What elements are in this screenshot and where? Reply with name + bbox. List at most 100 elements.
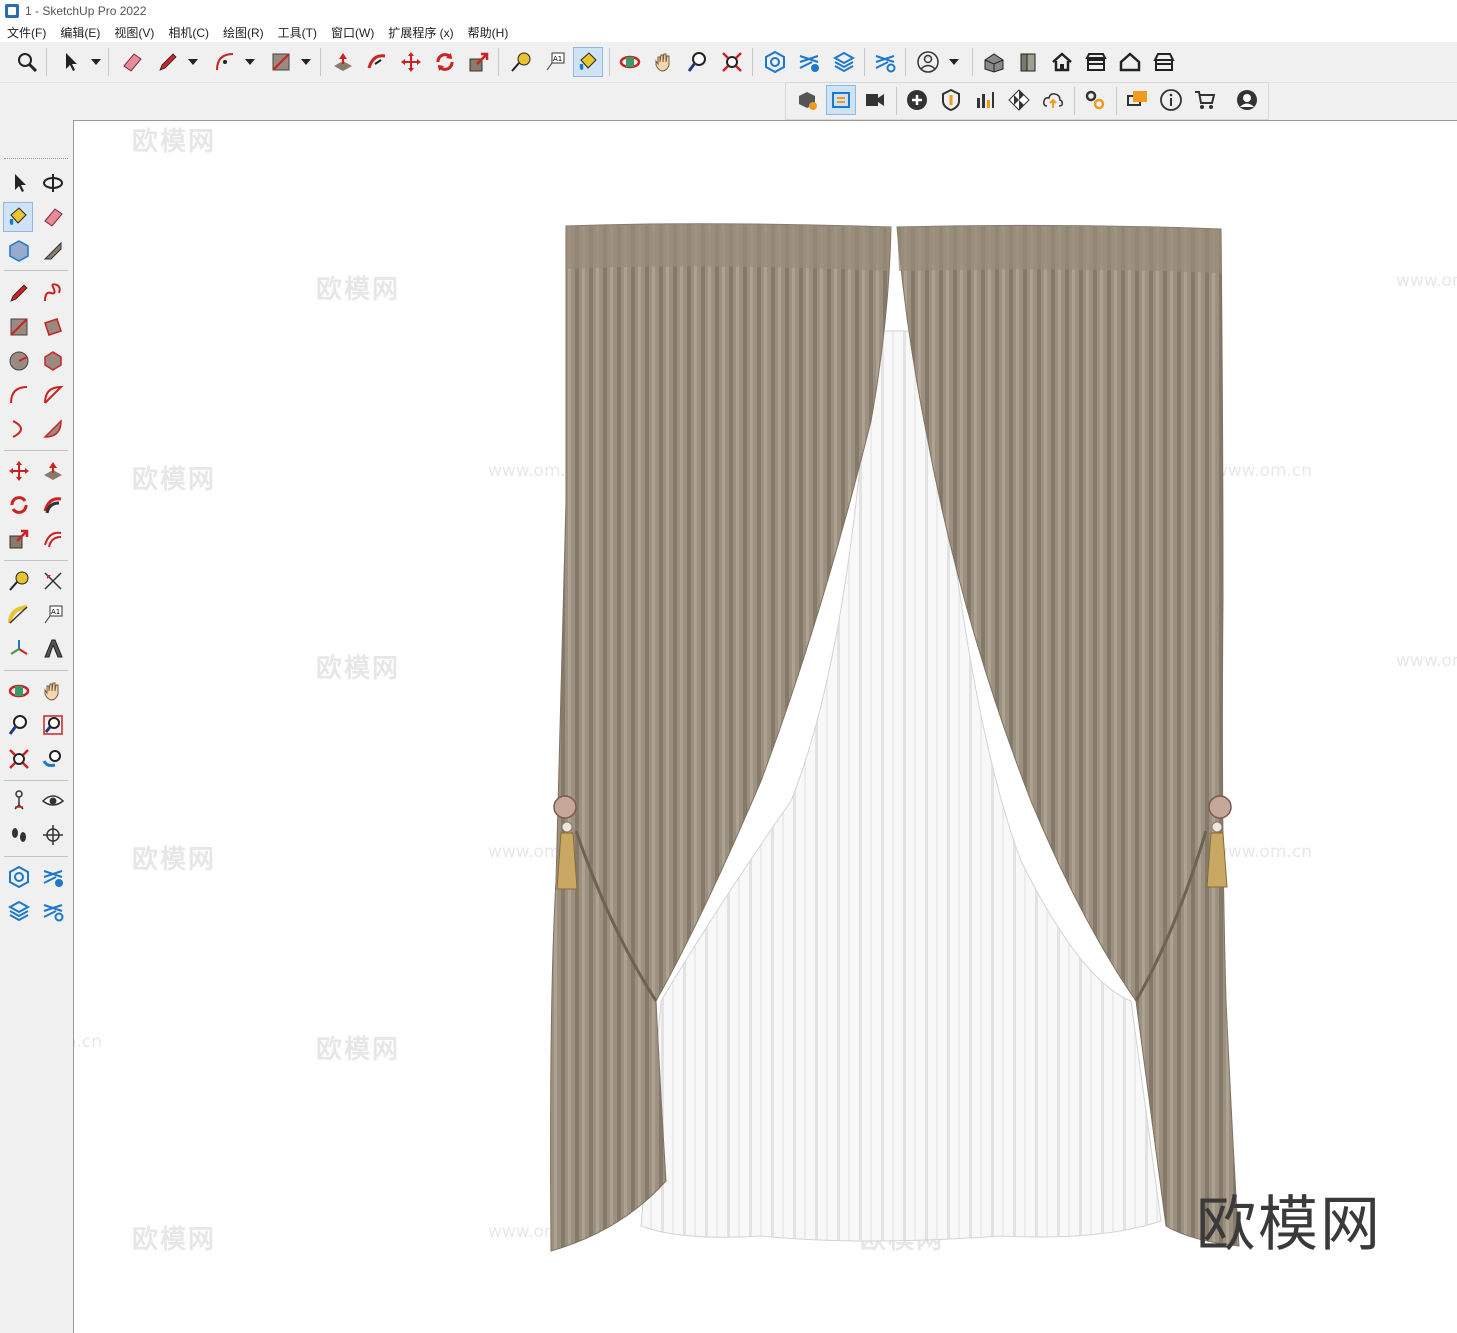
account-dropdown[interactable] [949, 47, 959, 77]
follow-me-icon[interactable] [38, 490, 68, 520]
stack-icon[interactable] [4, 896, 34, 926]
curtain-model[interactable] [74, 121, 1457, 1333]
pencil-dropdown[interactable] [188, 47, 198, 77]
account-icon[interactable] [913, 47, 943, 77]
component-icon[interactable] [4, 236, 34, 266]
chat-icon[interactable] [1122, 85, 1152, 115]
chart-icon[interactable] [970, 85, 1000, 115]
layers-settings-icon[interactable] [870, 47, 900, 77]
cart-icon[interactable] [1190, 85, 1220, 115]
scale-icon[interactable] [4, 524, 34, 554]
zoom-extents-icon[interactable] [717, 47, 747, 77]
select-icon[interactable] [4, 168, 34, 198]
stack-icon[interactable] [829, 47, 859, 77]
section-plane-icon[interactable] [38, 820, 68, 850]
eraser-icon[interactable] [117, 47, 147, 77]
move-icon[interactable] [4, 456, 34, 486]
select-dropdown[interactable] [91, 47, 101, 77]
garage-view-icon[interactable] [1149, 47, 1179, 77]
follow-me-icon[interactable] [362, 47, 392, 77]
protractor-icon[interactable] [4, 600, 34, 630]
top-view-icon[interactable] [1081, 47, 1111, 77]
add-circle-icon[interactable] [902, 85, 932, 115]
pan-icon[interactable] [38, 676, 68, 706]
component-icon[interactable] [760, 47, 790, 77]
freehand-icon[interactable] [38, 278, 68, 308]
cloud-upload-icon[interactable] [1038, 85, 1068, 115]
offset-icon[interactable] [38, 524, 68, 554]
zoom-icon[interactable] [12, 47, 42, 77]
layers-icon[interactable] [794, 47, 824, 77]
paint-bucket-icon[interactable] [573, 47, 603, 77]
menu-camera[interactable]: 相机(C) [161, 24, 216, 41]
text-icon[interactable]: A1 [540, 47, 570, 77]
polygon-icon[interactable] [38, 346, 68, 376]
sync-icon[interactable] [826, 85, 856, 115]
pan-icon[interactable] [649, 47, 679, 77]
rectangle-dropdown[interactable] [301, 47, 311, 77]
rotate-icon[interactable] [4, 490, 34, 520]
menu-view[interactable]: 视图(V) [107, 24, 161, 41]
info-icon[interactable] [1156, 85, 1186, 115]
rotate-icon[interactable] [430, 47, 460, 77]
pencil-icon[interactable] [153, 47, 183, 77]
walk-icon[interactable] [4, 820, 34, 850]
select-icon[interactable] [56, 47, 86, 77]
three-point-arc-icon[interactable] [4, 414, 34, 444]
rectangle-icon[interactable] [266, 47, 296, 77]
menu-edit[interactable]: 编辑(E) [53, 24, 107, 41]
menu-draw[interactable]: 绘图(R) [216, 24, 271, 41]
shield-icon[interactable] [936, 85, 966, 115]
push-pull-icon[interactable] [38, 456, 68, 486]
axes-icon[interactable] [4, 634, 34, 664]
pencil-icon[interactable] [4, 278, 34, 308]
menu-help[interactable]: 帮助(H) [461, 24, 516, 41]
arc-dropdown[interactable] [245, 47, 255, 77]
two-point-arc-icon[interactable] [38, 380, 68, 410]
user-icon[interactable] [1232, 85, 1262, 115]
checker-icon[interactable] [1004, 85, 1034, 115]
layers-icon[interactable] [38, 862, 68, 892]
component-icon[interactable] [4, 862, 34, 892]
rotated-rectangle-icon[interactable] [38, 312, 68, 342]
scale-icon[interactable] [464, 47, 494, 77]
paint-bucket-icon[interactable] [3, 202, 33, 232]
orbit-tool-icon[interactable] [4, 676, 34, 706]
menu-extensions[interactable]: 扩展程序 (x) [381, 24, 460, 41]
arc-icon[interactable] [4, 380, 34, 410]
previous-view-icon[interactable] [38, 744, 68, 774]
tape-measure-icon[interactable] [506, 47, 536, 77]
eraser-icon[interactable] [38, 202, 68, 232]
house-view-icon[interactable] [1115, 47, 1145, 77]
menu-file[interactable]: 文件(F) [0, 24, 53, 41]
move-icon[interactable] [396, 47, 426, 77]
front-view-icon[interactable] [1013, 47, 1043, 77]
menu-window[interactable]: 窗口(W) [324, 24, 381, 41]
push-pull-icon[interactable] [328, 47, 358, 77]
tape-icon[interactable] [38, 236, 68, 266]
gear-icon[interactable] [1080, 85, 1110, 115]
menu-tools[interactable]: 工具(T) [271, 24, 324, 41]
layers-settings-icon[interactable] [38, 896, 68, 926]
zoom-extents-icon[interactable] [4, 744, 34, 774]
tape-measure-icon[interactable] [4, 566, 34, 596]
zoom-window-icon[interactable] [38, 710, 68, 740]
video-icon[interactable] [860, 85, 890, 115]
orbit-icon[interactable] [38, 168, 68, 198]
look-around-icon[interactable] [38, 786, 68, 816]
text-icon[interactable]: A1 [38, 600, 68, 630]
position-camera-icon[interactable] [4, 786, 34, 816]
rectangle-icon[interactable] [4, 312, 34, 342]
orbit-icon[interactable] [615, 47, 645, 77]
pie-icon[interactable] [38, 414, 68, 444]
zoom-tool-icon[interactable] [683, 47, 713, 77]
model-viewport[interactable]: 欧模网 www.om.cn 欧模网 www.om.cn 欧模网 www.om.c… [73, 120, 1457, 1333]
home-view-icon[interactable] [1047, 47, 1077, 77]
arc-icon[interactable] [210, 47, 240, 77]
extension-warehouse-icon[interactable] [792, 85, 822, 115]
circle-icon[interactable] [4, 346, 34, 376]
dimension-icon[interactable] [38, 566, 68, 596]
iso-view-icon[interactable] [979, 47, 1009, 77]
zoom-tool-icon[interactable] [4, 710, 34, 740]
3d-text-icon[interactable] [38, 634, 68, 664]
